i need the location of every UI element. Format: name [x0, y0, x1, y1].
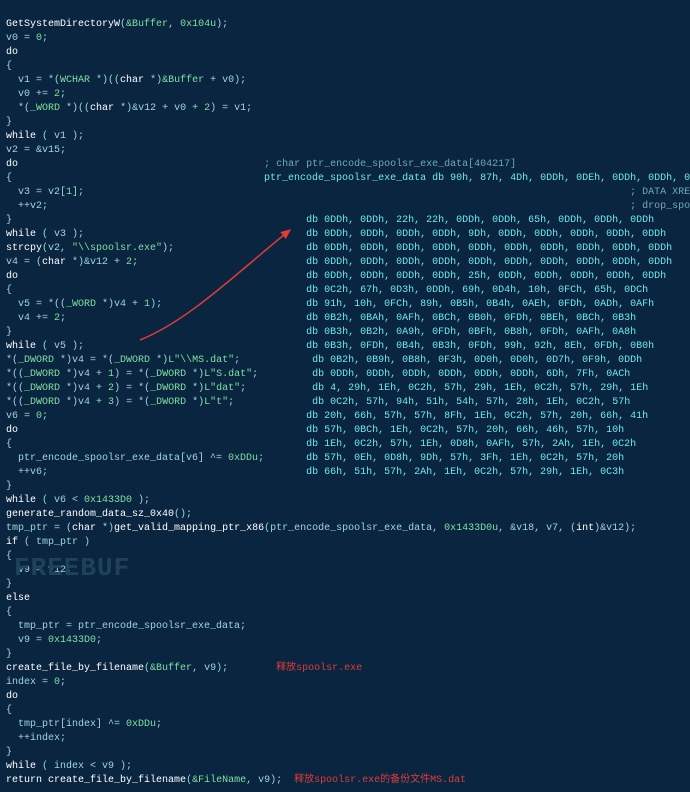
- code-line: }: [6, 649, 12, 660]
- data-bytes: db 66h, 51h, 57h, 2Ah, 1Eh, 0C2h, 57h, 2…: [306, 467, 624, 478]
- data-bytes: db 0C2h, 57h, 94h, 51h, 54h, 57h, 28h, 1…: [312, 397, 630, 408]
- code-line: while ( v6 < 0x1433D0 );: [6, 495, 150, 506]
- data-bytes: db 0B3h, 0B2h, 0A9h, 0FDh, 0BFh, 0B8h, 0…: [306, 327, 636, 338]
- code-line: {: [6, 705, 12, 716]
- code-line: do ; char ptr_encode_spoolsr_exe_data[40…: [6, 159, 516, 170]
- code-line: *((_DWORD *)v4 + 1) = *(_DWORD *)L"S.dat…: [6, 369, 630, 380]
- code-line: }: [6, 117, 12, 128]
- code-line: while ( v5 ); db 0B3h, 0FDh, 0B4h, 0B3h,…: [6, 341, 654, 352]
- data-bytes: db 0DDh, 0DDh, 0DDh, 0DDh, 0DDh, 0DDh, 6…: [312, 369, 630, 380]
- data-bytes: db 57h, 0BCh, 1Eh, 0C2h, 57h, 20h, 66h, …: [306, 425, 624, 436]
- code-line: { db 0C2h, 67h, 0D3h, 0DDh, 69h, 0D4h, 1…: [6, 285, 648, 296]
- code-line: GetSystemDirectoryW(&Buffer, 0x104u);: [6, 19, 228, 30]
- code-line: v5 = *((_WORD *)v4 + 1); db 91h, 10h, 0F…: [6, 299, 654, 310]
- data-bytes: db 1Eh, 0C2h, 57h, 1Eh, 0D8h, 0AFh, 57h,…: [306, 439, 636, 450]
- code-line: } db 0DDh, 0DDh, 22h, 22h, 0DDh, 0DDh, 6…: [6, 215, 654, 226]
- code-line: v4 += 2; db 0B2h, 0BAh, 0AFh, 0BCh, 0B0h…: [6, 313, 636, 324]
- data-bytes: db 57h, 0Eh, 0D8h, 9Dh, 57h, 3Fh, 1Eh, 0…: [306, 453, 624, 464]
- annotation-release-msdat: 释放spoolsr.exe的备份文件MS.dat: [294, 775, 466, 786]
- data-bytes: db 0DDh, 0DDh, 0DDh, 0DDh, 0DDh, 0DDh, 0…: [306, 257, 672, 268]
- code-line: generate_random_data_sz_0x40();: [6, 509, 192, 520]
- data-bytes: db 0DDh, 0DDh, 0DDh, 0DDh, 0DDh, 0DDh, 0…: [306, 243, 672, 254]
- code-line: ++v6; db 66h, 51h, 57h, 2Ah, 1Eh, 0C2h, …: [6, 467, 624, 478]
- code-line: strcpy(v2, "\\spoolsr.exe"); db 0DDh, 0D…: [6, 243, 672, 254]
- code-line: create_file_by_filename(&Buffer, v9); 释放…: [6, 663, 362, 674]
- code-line: v3 = v2[1]; ; DATA XREF: drop_spoolsr_ex…: [6, 187, 690, 198]
- code-line: ptr_encode_spoolsr_exe_data[v6] ^= 0xDDu…: [6, 453, 624, 464]
- xref-comment: ; char ptr_encode_spoolsr_exe_data[40421…: [264, 159, 516, 170]
- code-line: *(_WORD *)((char *)&v12 + v0 + 2) = v1;: [6, 103, 252, 114]
- code-line: do db 0DDh, 0DDh, 0DDh, 0DDh, 25h, 0DDh,…: [6, 271, 666, 282]
- code-line: do: [6, 47, 18, 58]
- code-line: v1 = *(WCHAR *)((char *)&Buffer + v0);: [6, 75, 246, 86]
- code-line: *(_DWORD *)v4 = *(_DWORD *)L"\\MS.dat"; …: [6, 355, 642, 366]
- data-decl: ptr_encode_spoolsr_exe_data db 90h, 87h,…: [264, 173, 690, 184]
- code-line: } db 0B3h, 0B2h, 0A9h, 0FDh, 0BFh, 0B8h,…: [6, 327, 636, 338]
- code-line: {: [6, 61, 12, 72]
- code-line: v9 = 0x1433D0;: [6, 635, 102, 646]
- decompiler-view: GetSystemDirectoryW(&Buffer, 0x104u); v0…: [0, 0, 690, 792]
- code-line: v2 = &v15;: [6, 145, 66, 156]
- code-line: }: [6, 747, 12, 758]
- data-bytes: db 0DDh, 0DDh, 22h, 22h, 0DDh, 0DDh, 65h…: [306, 215, 654, 226]
- code-line: }: [6, 481, 306, 492]
- code-line: { db 1Eh, 0C2h, 57h, 1Eh, 0D8h, 0AFh, 57…: [6, 439, 636, 450]
- code-line: index = 0;: [6, 677, 66, 688]
- data-bytes: db 20h, 66h, 57h, 57h, 8Fh, 1Eh, 0C2h, 5…: [306, 411, 648, 422]
- annotation-release-spoolsr: 释放spoolsr.exe: [276, 663, 362, 674]
- code-line: tmp_ptr = ptr_encode_spoolsr_exe_data;: [6, 621, 246, 632]
- code-line: ++index;: [6, 733, 66, 744]
- code-line: }: [6, 579, 12, 590]
- code-line: if ( tmp_ptr ): [6, 537, 90, 548]
- code-line: do: [6, 691, 18, 702]
- code-line: v0 += 2;: [6, 89, 66, 100]
- data-bytes: db 0B2h, 0BAh, 0AFh, 0BCh, 0B0h, 0FDh, 0…: [306, 313, 636, 324]
- code-line: while ( v3 ); db 0DDh, 0DDh, 0DDh, 0DDh,…: [6, 229, 666, 240]
- code-line: v0 = 0;: [6, 33, 48, 44]
- code-line: v6 = 0; db 20h, 66h, 57h, 57h, 8Fh, 1Eh,…: [6, 411, 648, 422]
- code-line: do db 57h, 0BCh, 1Eh, 0C2h, 57h, 20h, 66…: [6, 425, 624, 436]
- data-bytes: db 0B3h, 0FDh, 0B4h, 0B3h, 0FDh, 99h, 92…: [306, 341, 654, 352]
- xref-comment: ; drop_spoolsr_exe+133↑o ...: [444, 201, 690, 212]
- code-line: while ( v1 );: [6, 131, 84, 142]
- code-line: {: [6, 607, 12, 618]
- code-line: return create_file_by_filename(&FileName…: [6, 775, 466, 786]
- xref-comment: ; DATA XREF: drop_spoolsr_exe:loc_407C80…: [444, 187, 690, 198]
- code-line: *((_DWORD *)v4 + 3) = *(_DWORD *)L"t"; d…: [6, 397, 630, 408]
- code-line: ++v2; ; drop_spoolsr_exe+133↑o ...: [6, 201, 690, 212]
- code-line: else: [6, 593, 30, 604]
- data-bytes: db 4, 29h, 1Eh, 0C2h, 57h, 29h, 1Eh, 0C2…: [312, 383, 648, 394]
- code-line: { ptr_encode_spoolsr_exe_data db 90h, 87…: [6, 173, 690, 184]
- code-line: tmp_ptr[index] ^= 0xDDu;: [6, 719, 162, 730]
- code-line: tmp_ptr = (char *)get_valid_mapping_ptr_…: [6, 523, 636, 534]
- data-bytes: db 0B2h, 0B9h, 0B8h, 0F3h, 0D0h, 0D0h, 0…: [312, 355, 642, 366]
- code-line: *((_DWORD *)v4 + 2) = *(_DWORD *)L"dat";…: [6, 383, 648, 394]
- data-bytes: db 91h, 10h, 0FCh, 89h, 0B5h, 0B4h, 0AEh…: [306, 299, 654, 310]
- data-bytes: db 0DDh, 0DDh, 0DDh, 0DDh, 9Dh, 0DDh, 0D…: [306, 229, 666, 240]
- code-line: v4 = (char *)&v12 + 2; db 0DDh, 0DDh, 0D…: [6, 257, 672, 268]
- data-bytes: db 0DDh, 0DDh, 0DDh, 0DDh, 25h, 0DDh, 0D…: [306, 271, 666, 282]
- watermark: FREEBUF: [14, 550, 130, 586]
- code-line: while ( index < v9 );: [6, 761, 132, 772]
- data-bytes: db 0C2h, 67h, 0D3h, 0DDh, 69h, 0D4h, 10h…: [306, 285, 648, 296]
- code-line: {: [6, 551, 12, 562]
